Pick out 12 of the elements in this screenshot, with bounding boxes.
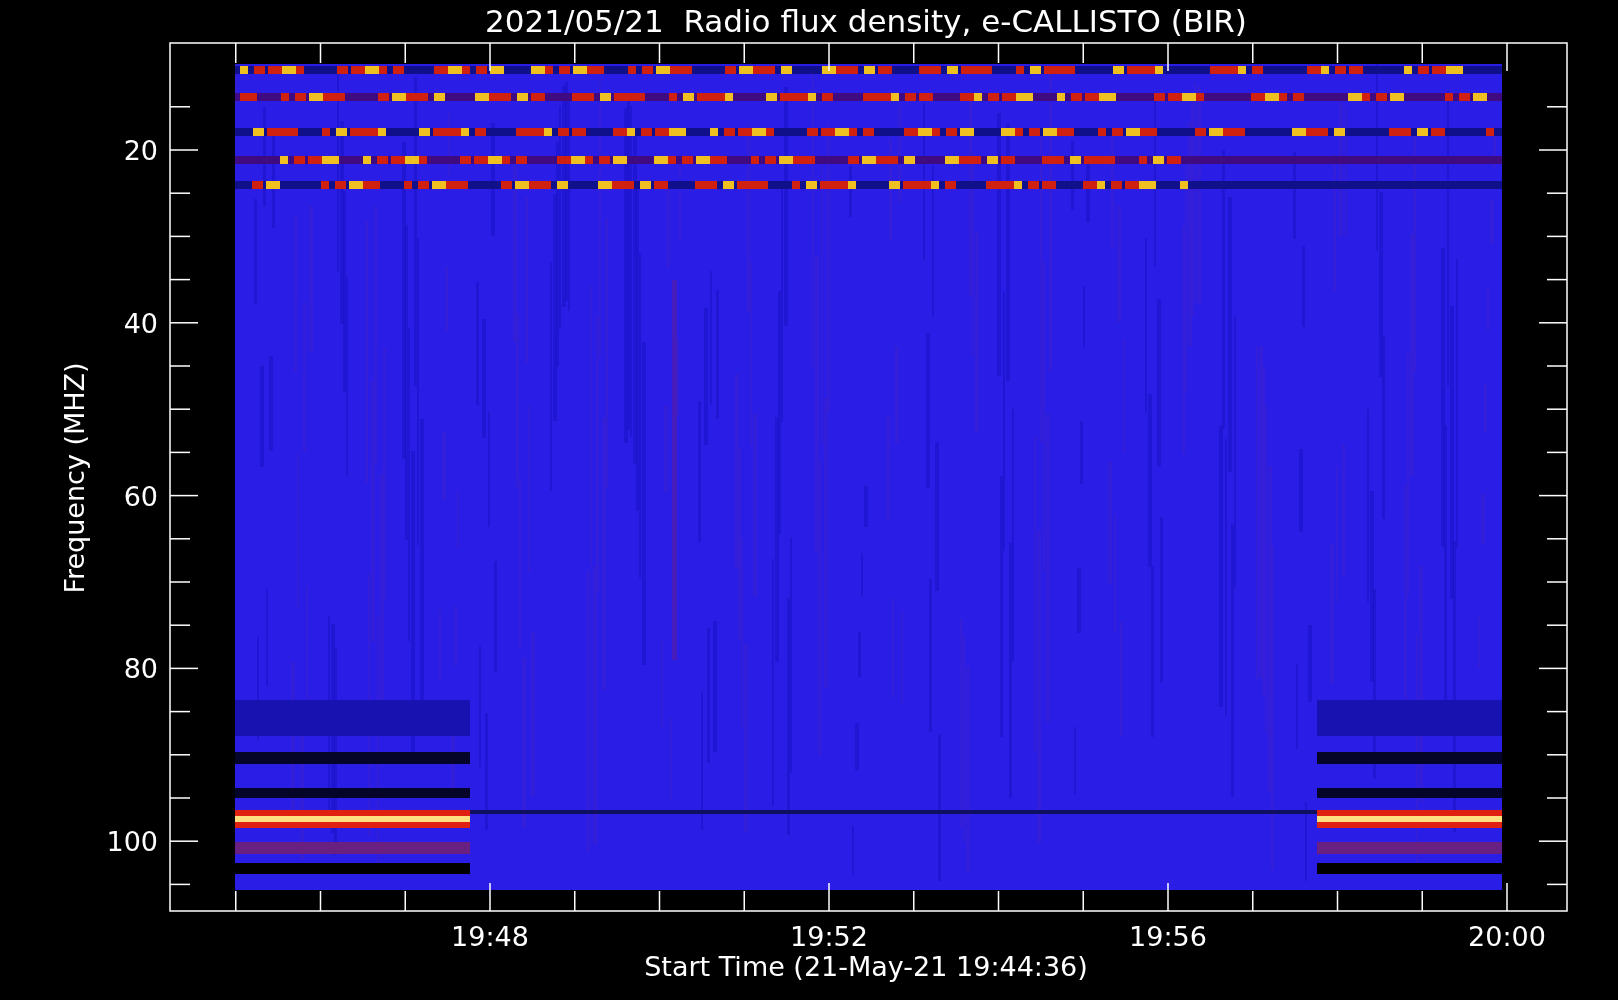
- tick-label: 80: [123, 653, 158, 685]
- tick-label: 60: [123, 480, 158, 512]
- tick-label: 100: [106, 826, 158, 858]
- tick-label: 20: [123, 135, 158, 166]
- chart-title: 2021/05/21 Radio flux density, e-CALLISTO (BIR): [485, 3, 1247, 39]
- tick-label: 20:00: [1468, 921, 1546, 952]
- tick-label: 19:48: [451, 921, 529, 952]
- tick-label: 19:56: [1129, 921, 1207, 952]
- tick-label: 40: [123, 307, 158, 339]
- axis-label: Frequency (MHZ): [59, 362, 90, 594]
- axis-label: Start Time (21-May-21 19:44:36): [644, 951, 1088, 982]
- tick-label: 19:52: [790, 921, 868, 952]
